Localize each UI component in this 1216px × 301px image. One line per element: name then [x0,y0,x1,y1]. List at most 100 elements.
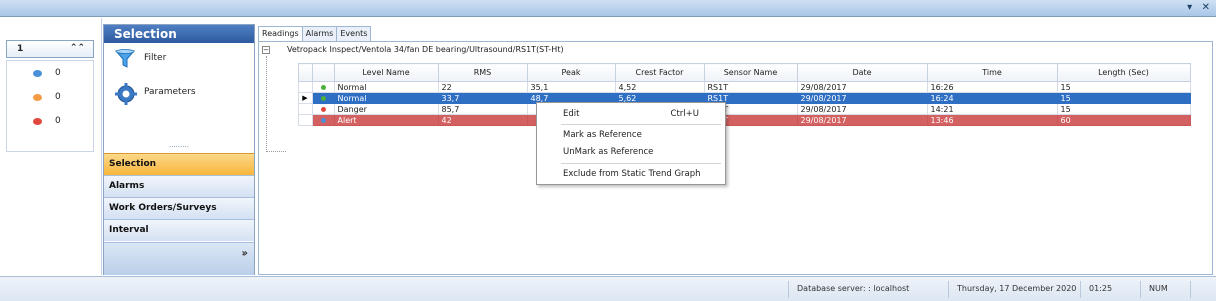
cell-time[interactable]: 16:24 [926,92,1058,104]
cell-rms[interactable]: 33,7 [437,92,528,104]
menu-item-mark-reference[interactable]: Mark as Reference [563,130,642,140]
tab-events[interactable]: Events [336,26,372,41]
header-date[interactable]: Date [796,63,928,82]
level-count-row: 0 [7,89,93,109]
row-pointer-icon[interactable]: ▶ [297,92,313,104]
cell-sensor-name[interactable]: RS1T [703,81,798,93]
header-rms[interactable]: RMS [437,63,528,82]
header-time[interactable]: Time [926,63,1058,82]
cell-time[interactable]: 13:46 [926,114,1058,126]
cell-length[interactable]: 60 [1056,114,1191,126]
table-row[interactable]: ▶ Normal 33,7 48,7 5,62 RS1T 29/08/2017 16:24 15 [286,92,1191,104]
selection-panel: Selection Filter Parameters ········· Se… [103,24,255,275]
cell-date[interactable]: 29/08/2017 [796,81,928,93]
parameters-gear-icon [115,83,137,105]
cell-date[interactable]: 29/08/2017 [796,103,928,115]
menu-item-edit[interactable]: Edit [563,109,579,119]
table-row[interactable]: Alert42RS1T29/08/201713:4660 [286,114,1191,126]
cell-time[interactable]: 14:21 [926,103,1058,115]
main-tabs: Readings Alarms Events [258,26,372,42]
level-dot-icon [33,94,42,101]
cell-crest-factor[interactable]: 4,52 [614,81,705,93]
parameters-label: Parameters [144,87,196,97]
tree-line [266,56,267,152]
tree-line-end [266,151,286,152]
cell-level-name[interactable]: Normal [333,92,439,104]
readings-grid-container: − Vetropack Inspect/Ventola 34/fan DE be… [258,41,1213,275]
level-dot-icon [33,118,42,125]
row-indicator[interactable] [297,103,313,115]
level-dot-icon [320,106,326,112]
filter-tool[interactable]: Filter [104,43,254,77]
page-selector[interactable]: 1 ⌃⌃ [6,40,94,58]
cell-length[interactable]: 15 [1056,92,1191,104]
tab-readings[interactable]: Readings [258,26,303,42]
table-row[interactable]: Danger85,7RS1T29/08/201714:2115 [286,103,1191,115]
header-level-color [311,63,335,82]
header-crest-factor[interactable]: Crest Factor [614,63,705,82]
status-empty [1190,281,1216,298]
cell-rms[interactable]: 22 [437,81,528,93]
page-number: 1 [17,44,24,54]
row-indicator[interactable] [297,81,313,93]
level-count-value: 0 [55,68,61,78]
cell-length[interactable]: 15 [1056,81,1191,93]
nav-footer: » ˙ [104,242,254,275]
tree-path-row: − Vetropack Inspect/Ventola 34/fan DE be… [259,44,1212,58]
nav-interval[interactable]: Interval [104,219,254,241]
status-bar: Database server: : localhost Thursday, 1… [0,276,1216,301]
level-dot-icon [320,117,326,123]
status-database-server: Database server: : localhost [788,281,946,298]
filter-label: Filter [144,53,167,63]
level-dot-icon [320,95,326,101]
cell-rms[interactable]: 42 [437,114,528,126]
row-spacer [286,104,298,115]
cell-level-name[interactable]: Alert [333,114,439,126]
tab-alarms[interactable]: Alarms [301,26,338,41]
cell-length[interactable]: 15 [1056,103,1191,115]
parameters-tool[interactable]: Parameters [104,77,254,111]
level-counts: 0 0 0 [6,60,94,152]
menu-shortcut-edit: Ctrl+U [670,109,699,119]
cell-peak[interactable]: 35,1 [526,81,616,93]
row-spacer [286,93,298,104]
expand-chevron-icon[interactable]: » ˙ [242,249,248,265]
chevron-up-icon[interactable]: ⌃⌃ [70,43,85,53]
header-length[interactable]: Length (Sec) [1056,63,1191,82]
level-color-cell [311,103,335,115]
level-color-cell [311,81,335,93]
menu-item-unmark-reference[interactable]: UnMark as Reference [563,147,653,157]
close-icon[interactable]: ✕ [1202,2,1210,13]
window-title-bar: ▾ ✕ [0,0,1216,17]
level-count-value: 0 [55,92,61,102]
table-header-row: Level Name RMS Peak Crest Factor Sensor … [286,63,1191,82]
header-level-name[interactable]: Level Name [333,63,439,82]
cell-date[interactable]: 29/08/2017 [796,114,928,126]
level-color-cell [311,92,335,104]
dropdown-arrow-icon[interactable]: ▾ [1187,2,1192,13]
cell-level-name[interactable]: Normal [333,81,439,93]
status-time: 01:25 [1080,281,1140,298]
menu-separator [561,163,721,164]
collapse-toggle-icon[interactable]: − [262,46,270,54]
row-indicator[interactable] [297,114,313,126]
splitter-grip[interactable]: ········· [104,144,254,151]
status-num-lock: NUM [1140,281,1190,298]
header-spacer [286,64,298,82]
table-row[interactable]: Normal 22 35,1 4,52 RS1T 29/08/2017 16:26 15 [286,81,1191,93]
cell-time[interactable]: 16:26 [926,81,1058,93]
menu-separator [561,124,721,125]
row-spacer [286,82,298,93]
menu-item-exclude-static-trend[interactable]: Exclude from Static Trend Graph [563,169,701,179]
nav-alarms[interactable]: Alarms [104,175,254,197]
cell-rms[interactable]: 85,7 [437,103,528,115]
cell-level-name[interactable]: Danger [333,103,439,115]
cell-date[interactable]: 29/08/2017 [796,92,928,104]
header-peak[interactable]: Peak [526,63,616,82]
nav-work-orders-surveys[interactable]: Work Orders/Surveys [104,197,254,219]
header-sensor-name[interactable]: Sensor Name [703,63,798,82]
nav-selection[interactable]: Selection [104,153,254,175]
measurement-path: Vetropack Inspect/Ventola 34/fan DE bear… [287,45,564,54]
row-spacer [286,115,298,126]
selection-panel-title: Selection [104,25,254,43]
